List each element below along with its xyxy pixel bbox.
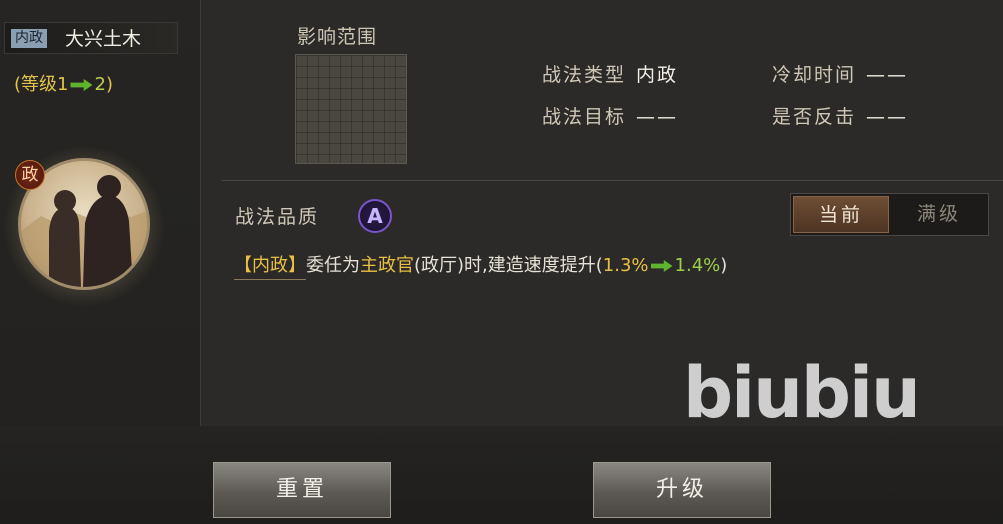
skill-description: 【内政】委任为主政官(政厅)时,建造速度提升(1.3% 1.4%) bbox=[234, 251, 728, 280]
description-part2: (政厅)时,建造速度提升( bbox=[414, 255, 603, 276]
level-next: 2 bbox=[94, 74, 106, 95]
skill-summary-panel: 内政 大兴土木 (等级1 2) 政 bbox=[0, 0, 201, 426]
skill-type-row: 战法类型 内政 bbox=[542, 60, 678, 87]
effect-new-value: 1.4% bbox=[674, 255, 721, 276]
section-divider bbox=[222, 180, 1003, 181]
counterattack-key: 是否反击 bbox=[772, 106, 857, 128]
effect-old-value: 1.3% bbox=[602, 255, 649, 276]
toggle-current-button[interactable]: 当前 bbox=[793, 196, 889, 233]
level-up-arrow-icon bbox=[70, 79, 93, 91]
skill-type-key: 战法类型 bbox=[542, 64, 627, 86]
skill-target-value: —— bbox=[636, 106, 679, 128]
skill-target-key: 战法目标 bbox=[542, 106, 627, 128]
politics-category-badge: 政 bbox=[15, 160, 45, 190]
influence-area-label: 影响范围 bbox=[297, 26, 378, 48]
skill-quality-label: 战法品质 bbox=[235, 206, 320, 228]
cooldown-key: 冷却时间 bbox=[772, 64, 857, 86]
cooldown-value: —— bbox=[866, 64, 909, 86]
bottom-action-bar bbox=[0, 426, 1003, 524]
quality-grade-badge: A bbox=[358, 199, 392, 233]
skill-target-row: 战法目标 —— bbox=[542, 102, 678, 129]
effect-arrow-icon bbox=[650, 260, 673, 272]
level-view-toggle: 当前 满级 bbox=[790, 193, 989, 236]
description-tag: 【内政】 bbox=[234, 255, 306, 280]
upgrade-button[interactable]: 升级 bbox=[593, 462, 771, 518]
influence-area-grid bbox=[295, 54, 407, 164]
description-highlight: 主政官 bbox=[360, 255, 414, 276]
level-current: (等级1 bbox=[14, 74, 69, 95]
watermark-logo: biubiu bbox=[683, 352, 921, 434]
level-close: ) bbox=[105, 74, 113, 95]
counterattack-row: 是否反击 —— bbox=[772, 102, 908, 129]
skill-type-tag: 内政 bbox=[11, 29, 47, 48]
description-part1: 委任为 bbox=[306, 255, 360, 276]
counterattack-value: —— bbox=[866, 106, 909, 128]
cooldown-row: 冷却时间 —— bbox=[772, 60, 908, 87]
skill-name-plate: 内政 大兴土木 bbox=[4, 22, 178, 54]
description-end: ) bbox=[720, 255, 728, 276]
skill-level: (等级1 2) bbox=[14, 70, 113, 96]
toggle-max-level-button[interactable]: 满级 bbox=[891, 196, 987, 233]
reset-button[interactable]: 重置 bbox=[213, 462, 391, 518]
skill-name: 大兴土木 bbox=[65, 28, 142, 50]
skill-type-value: 内政 bbox=[636, 64, 679, 86]
